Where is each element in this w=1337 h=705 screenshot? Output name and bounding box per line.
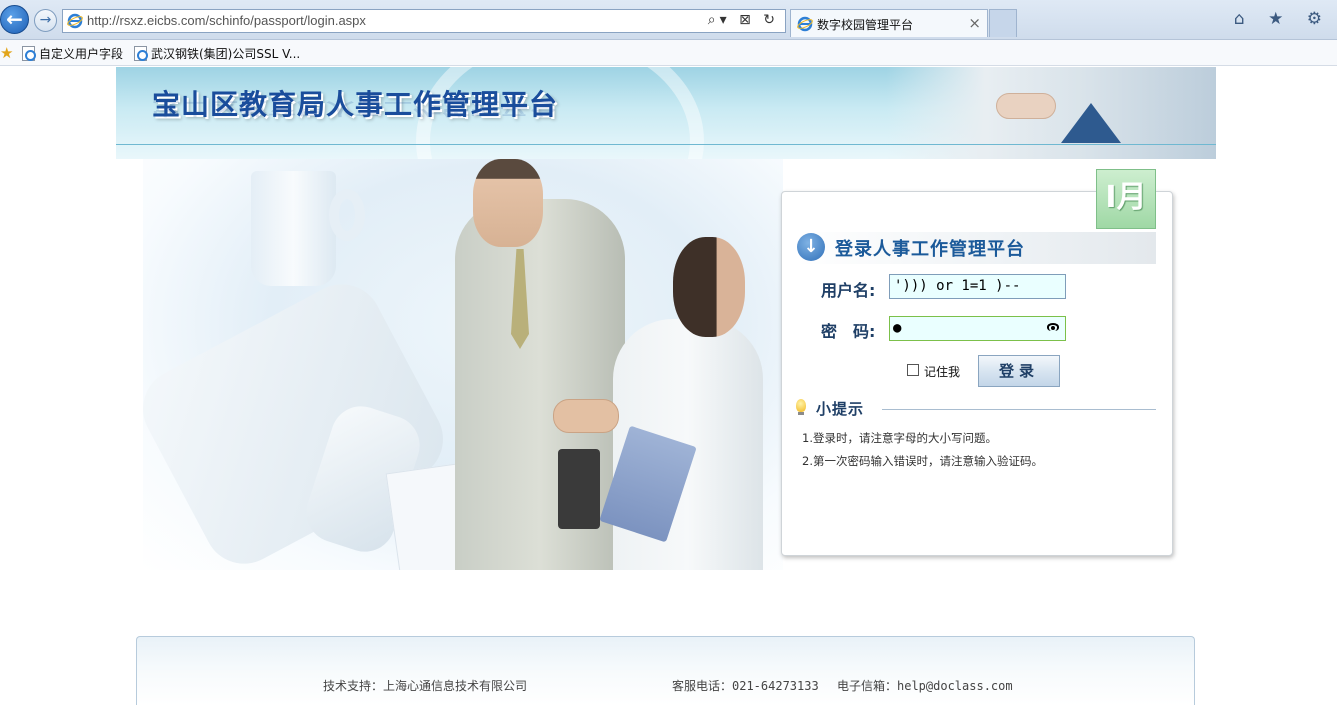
login-title-bar: ↓ 登录人事工作管理平台 <box>796 232 1156 264</box>
username-input[interactable]: '))) or 1=1 )-- <box>889 274 1066 299</box>
platform-badge: I月 <box>1096 169 1156 229</box>
page-icon <box>22 46 36 61</box>
handshake-image <box>553 399 619 433</box>
back-arrow-icon[interactable]: ← <box>0 5 29 34</box>
reveal-password-icon[interactable] <box>1047 323 1059 331</box>
down-arrow-icon: ↓ <box>797 233 825 261</box>
browser-tab[interactable]: 数字校园管理平台 × <box>790 9 988 37</box>
username-label: 用户名: <box>821 281 876 300</box>
email-text: 电子信箱：help@doclass.com <box>837 679 1013 693</box>
tips-header: 小提示 <box>796 398 1156 418</box>
banner-handshake-photo <box>886 67 1216 159</box>
password-input[interactable]: ● <box>889 316 1066 341</box>
new-tab-button[interactable] <box>989 9 1017 37</box>
favorites-bar: ★ 自定义用户字段 武汉钢铁(集团)公司SSL V... <box>0 40 1337 66</box>
favorite-link[interactable]: 自定义用户字段 <box>22 45 123 62</box>
password-label: 密 码: <box>821 322 876 341</box>
close-icon[interactable]: × <box>968 14 981 32</box>
tip-item: 1.登录时，请注意字母的大小写问题。 <box>802 431 997 445</box>
login-panel: I月 ↓ 登录人事工作管理平台 用户名: '))) or 1=1 )-- 密 码… <box>781 169 1173 556</box>
tips-title: 小提示 <box>816 400 865 418</box>
password-mask: ● <box>893 320 902 336</box>
browser-toolbar: ← → http://rsxz.eicbs.com/schinfo/passpo… <box>0 0 1337 40</box>
banner-divider <box>116 144 1216 145</box>
page-icon <box>134 46 148 61</box>
site-title-reflection: 宝山区教育局人事工作管理平台 <box>152 98 559 118</box>
url-text[interactable]: http://rsxz.eicbs.com/schinfo/passport/l… <box>87 13 366 28</box>
hero-illustration <box>143 159 783 570</box>
home-favorites-settings-icons[interactable]: ⌂ ★ ⚙ <box>1234 9 1331 29</box>
tips-divider <box>882 409 1156 410</box>
lightbulb-icon <box>796 399 806 415</box>
handshake-image <box>996 93 1056 119</box>
folder-image <box>1061 103 1121 143</box>
page-footer: 技术支持：上海心通信息技术有限公司 客服电话：021-64273133 电子信箱… <box>136 636 1195 705</box>
address-tools-icons[interactable]: ⌕▾ ⊠ ↻ <box>708 12 779 28</box>
ie-logo-icon <box>797 16 813 32</box>
login-title: 登录人事工作管理平台 <box>835 239 1025 260</box>
mug-image <box>251 171 336 286</box>
address-bar[interactable]: http://rsxz.eicbs.com/schinfo/passport/l… <box>62 9 786 33</box>
remember-me-checkbox[interactable] <box>907 364 919 376</box>
businesswoman-head-image <box>673 237 745 337</box>
tab-title: 数字校园管理平台 <box>817 18 914 32</box>
tech-support-text: 技术支持：上海心通信息技术有限公司 <box>323 679 528 693</box>
favorite-link[interactable]: 武汉钢铁(集团)公司SSL V... <box>134 45 300 62</box>
forward-arrow-icon[interactable]: → <box>34 9 57 32</box>
login-button[interactable]: 登录 <box>978 355 1060 387</box>
site-banner: 宝山区教育局人事工作管理平台 宝山区教育局人事工作管理平台 <box>116 67 1216 159</box>
remember-me-label[interactable]: 记住我 <box>924 363 960 380</box>
service-phone-text: 客服电话：021-64273133 <box>672 679 819 693</box>
mug-handle-image <box>329 189 365 241</box>
favorites-star-icon[interactable]: ★ <box>0 44 13 62</box>
tip-item: 2.第一次密码输入错误时，请注意输入验证码。 <box>802 454 1043 468</box>
ie-logo-icon <box>67 13 83 29</box>
businessman-head-image <box>473 159 543 247</box>
briefcase-image <box>558 449 600 529</box>
